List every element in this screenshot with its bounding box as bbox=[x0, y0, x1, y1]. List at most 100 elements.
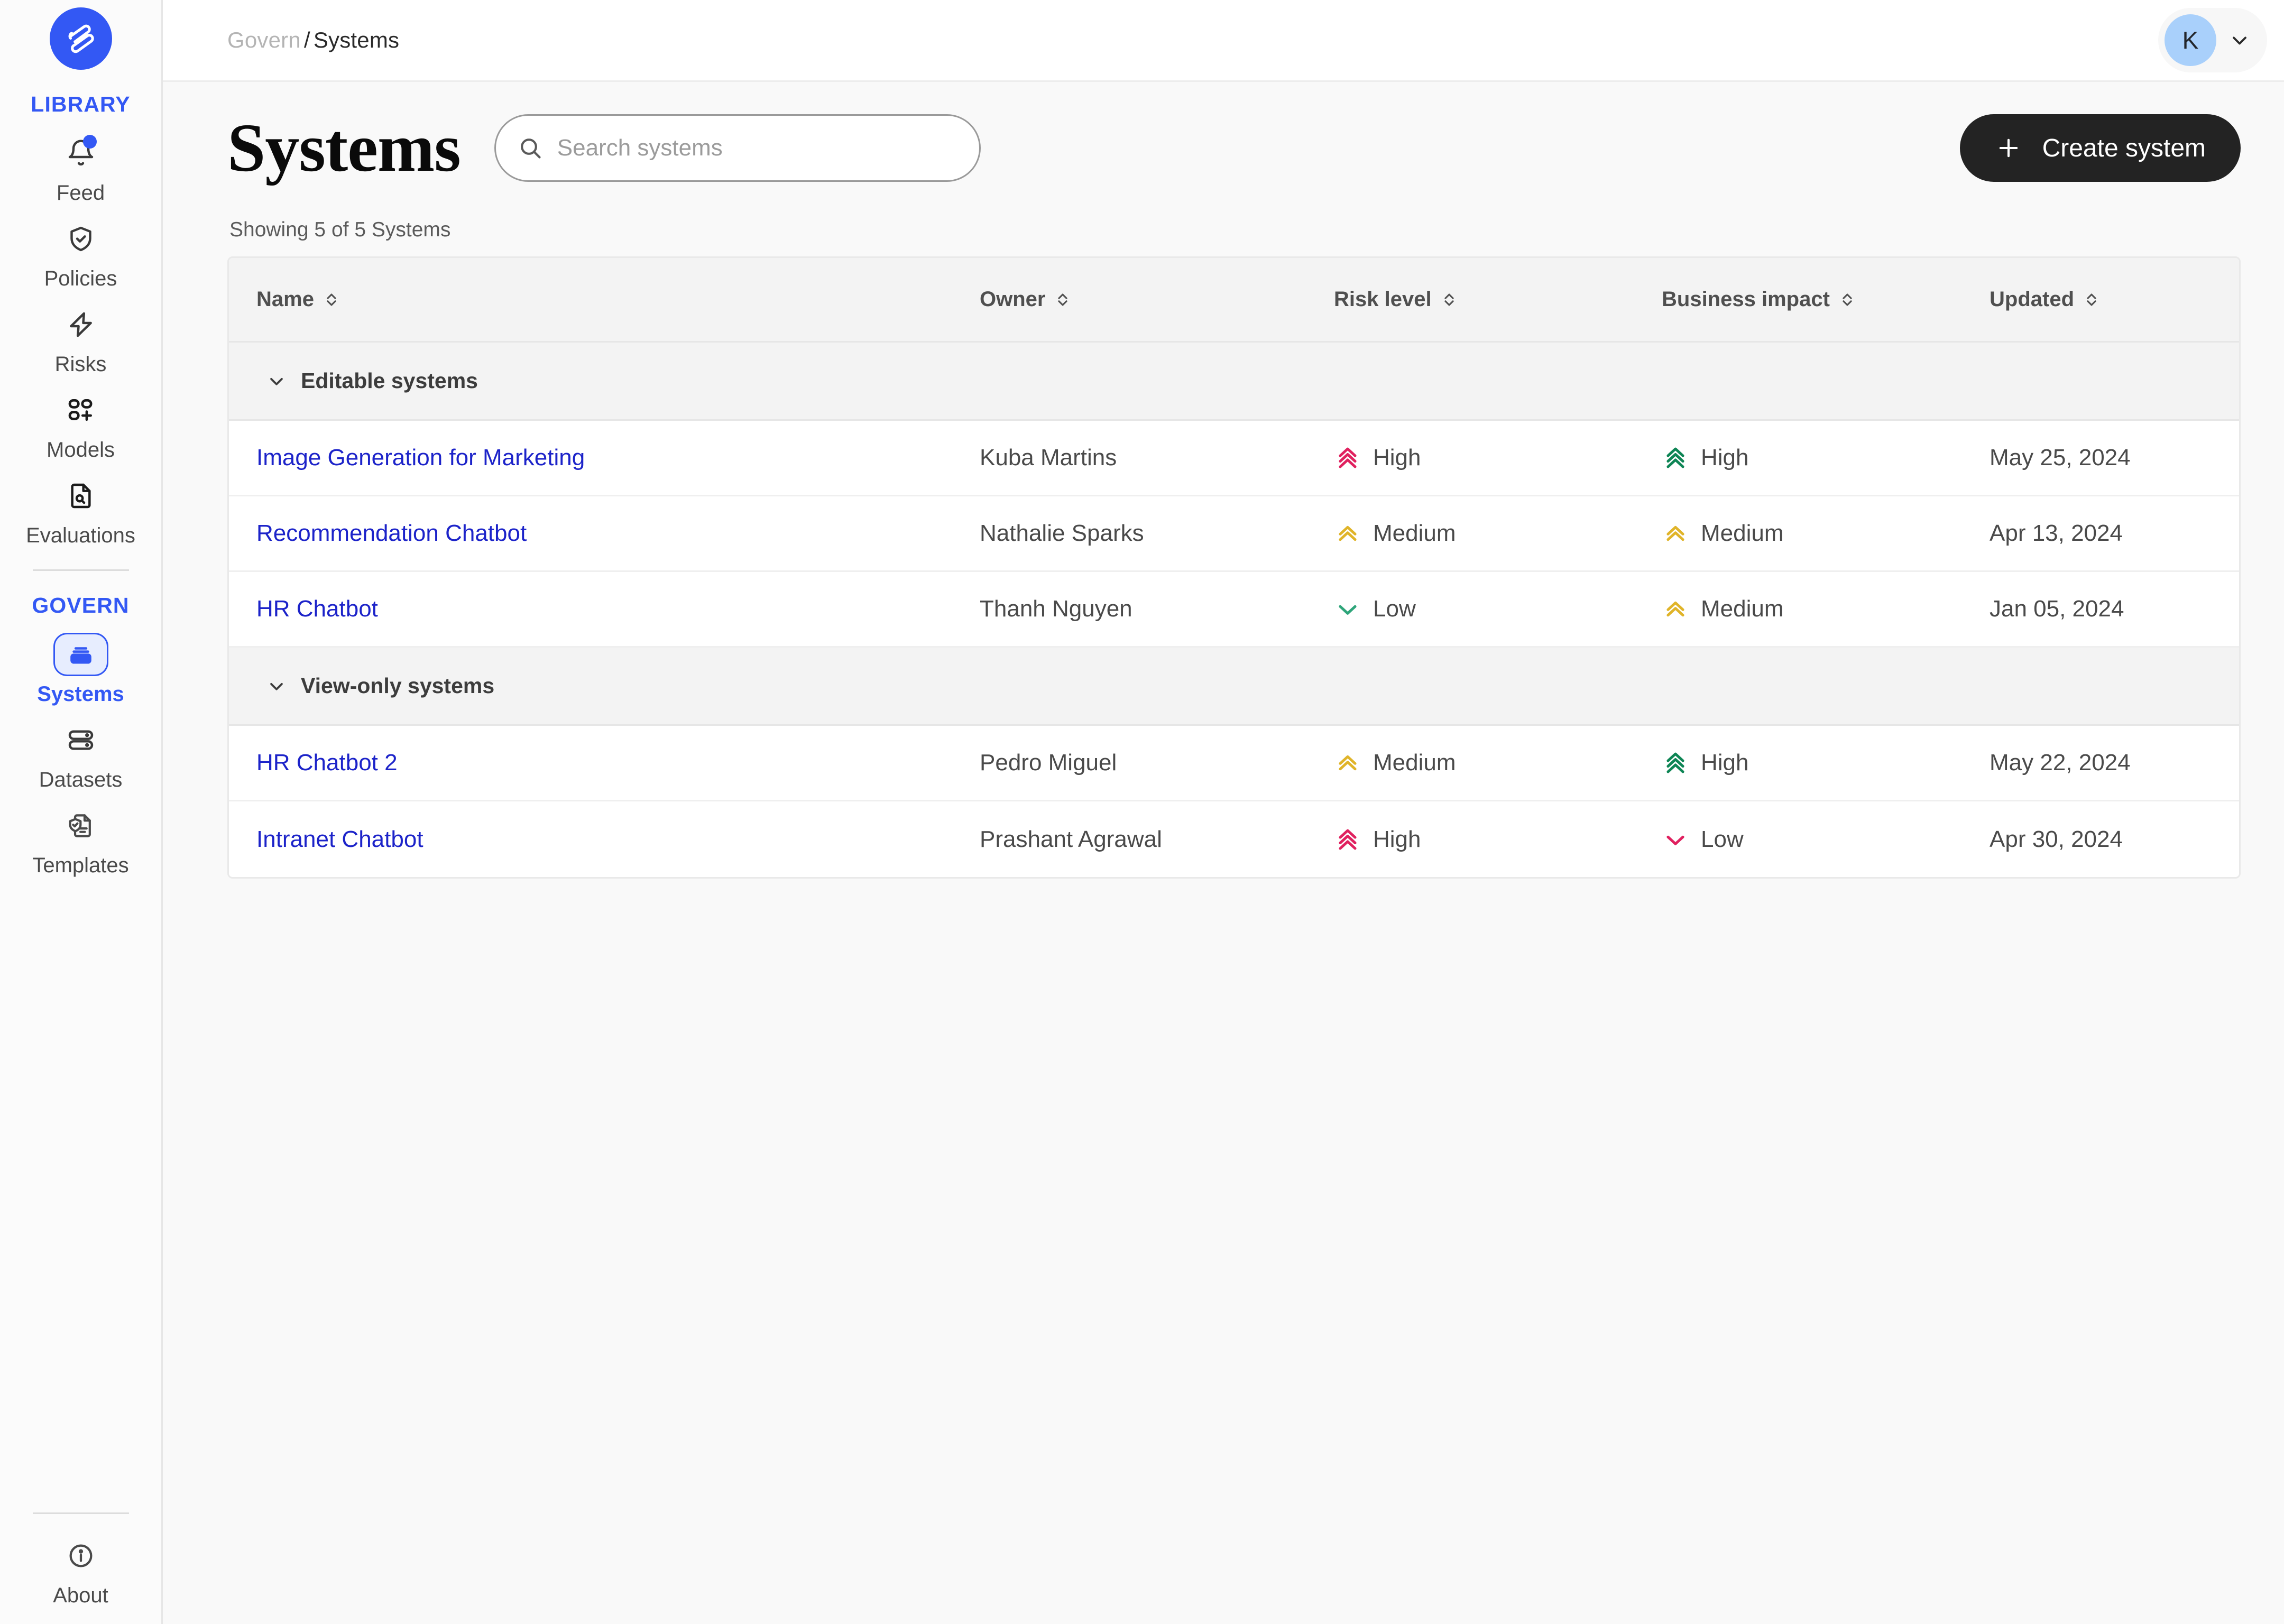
column-header-label: Risk level bbox=[1334, 288, 1432, 311]
breadcrumb-separator: / bbox=[303, 27, 310, 52]
table-row[interactable]: HR Chatbot Thanh Nguyen Low Medium Jan 05, 2… bbox=[229, 572, 2239, 648]
level-label: High bbox=[1701, 445, 1749, 470]
cell-updated: Jan 05, 2024 bbox=[1990, 596, 2124, 622]
main-area: Govern / Systems K Systems Search system… bbox=[163, 0, 2284, 1624]
template-shield-document-icon bbox=[53, 804, 108, 847]
create-system-button[interactable]: Create system bbox=[1959, 114, 2241, 182]
user-menu-button[interactable]: K bbox=[2158, 8, 2267, 72]
system-link[interactable]: HR Chatbot bbox=[256, 596, 378, 622]
cell-risk-level: High bbox=[1334, 444, 1662, 472]
level-label: High bbox=[1373, 826, 1421, 852]
cell-owner: Thanh Nguyen bbox=[980, 596, 1132, 622]
table-group-label: View-only systems bbox=[301, 673, 495, 698]
table-row[interactable]: HR Chatbot 2 Pedro Miguel Medium High May 22… bbox=[229, 726, 2239, 801]
page-content: Systems Search systems Create system Sho… bbox=[163, 82, 2284, 879]
app-logo[interactable] bbox=[49, 7, 112, 70]
chevrons-up-double-icon bbox=[1334, 749, 1361, 777]
level-label: Low bbox=[1701, 826, 1744, 852]
cell-owner: Prashant Agrawal bbox=[980, 826, 1162, 852]
info-circle-icon bbox=[53, 1534, 108, 1577]
search-input[interactable]: Search systems bbox=[494, 114, 981, 182]
cell-risk-level: Medium bbox=[1334, 749, 1662, 777]
sidebar-footer: About bbox=[0, 1512, 161, 1624]
table-row[interactable]: Image Generation for Marketing Kuba Marti… bbox=[229, 421, 2239, 496]
chevron-down-single-icon bbox=[1662, 826, 1689, 853]
cell-name: HR Chatbot 2 bbox=[229, 750, 980, 776]
chevrons-up-double-icon bbox=[1662, 520, 1689, 547]
lightning-bolt-icon bbox=[53, 303, 108, 346]
sidebar: LIBRARY Feed Policies Risks Models Evalu… bbox=[0, 0, 163, 1624]
validmind-logo-icon bbox=[49, 7, 112, 70]
chevrons-up-triple-icon bbox=[1662, 749, 1689, 777]
column-header-updated[interactable]: Updated bbox=[1990, 288, 2238, 311]
sidebar-item-label: Feed bbox=[56, 181, 105, 205]
plus-icon bbox=[1995, 134, 2022, 162]
sidebar-item-label: About bbox=[53, 1584, 108, 1607]
level-label: Low bbox=[1373, 596, 1416, 622]
cell-owner: Nathalie Sparks bbox=[980, 520, 1144, 546]
systems-stack-icon bbox=[53, 633, 108, 676]
app-root: LIBRARY Feed Policies Risks Models Evalu… bbox=[0, 0, 2284, 1624]
cell-risk-level: High bbox=[1334, 826, 1662, 853]
table-row[interactable]: Recommendation Chatbot Nathalie Sparks Med… bbox=[229, 496, 2239, 572]
database-icon bbox=[53, 718, 108, 762]
sidebar-item-label: Systems bbox=[37, 682, 124, 706]
system-link[interactable]: Image Generation for Marketing bbox=[256, 445, 585, 470]
column-header-label: Updated bbox=[1990, 288, 2074, 311]
chevron-down-single-icon bbox=[1334, 595, 1361, 623]
sidebar-section-library: LIBRARY bbox=[31, 92, 131, 116]
chevrons-up-double-icon bbox=[1662, 595, 1689, 623]
system-link[interactable]: Intranet Chatbot bbox=[256, 826, 423, 852]
chevron-down-icon bbox=[2228, 29, 2251, 52]
search-placeholder: Search systems bbox=[557, 135, 723, 161]
cell-name: Image Generation for Marketing bbox=[229, 445, 980, 471]
page-header: Systems Search systems Create system bbox=[227, 114, 2241, 182]
cell-name: HR Chatbot bbox=[229, 596, 980, 622]
cell-name: Intranet Chatbot bbox=[229, 826, 980, 853]
page-header-left: Systems Search systems bbox=[227, 114, 981, 182]
sidebar-section-govern: GOVERN bbox=[32, 593, 130, 617]
results-count: Showing 5 of 5 Systems bbox=[229, 218, 451, 241]
level-label: High bbox=[1373, 445, 1421, 470]
search-icon bbox=[517, 135, 544, 161]
column-header-label: Name bbox=[256, 288, 314, 311]
cell-business-impact: Low bbox=[1662, 826, 1990, 853]
column-header-owner[interactable]: Owner bbox=[980, 288, 1334, 311]
table-group-label: Editable systems bbox=[301, 368, 478, 393]
cell-business-impact: High bbox=[1662, 749, 1990, 777]
cell-updated: Apr 13, 2024 bbox=[1990, 520, 2123, 546]
sidebar-item-evaluations[interactable]: Evaluations bbox=[17, 465, 144, 550]
create-system-label: Create system bbox=[2042, 134, 2206, 162]
column-header-risk-level[interactable]: Risk level bbox=[1334, 288, 1662, 311]
chevrons-up-double-icon bbox=[1334, 520, 1361, 547]
sidebar-item-templates[interactable]: Templates bbox=[17, 795, 144, 880]
level-label: High bbox=[1701, 750, 1749, 776]
column-header-name[interactable]: Name bbox=[229, 288, 980, 311]
system-link[interactable]: HR Chatbot 2 bbox=[256, 750, 398, 776]
sidebar-item-policies[interactable]: Policies bbox=[17, 208, 144, 293]
sidebar-item-models[interactable]: Models bbox=[17, 379, 144, 465]
table-group-header[interactable]: View-only systems bbox=[229, 648, 2239, 726]
avatar: K bbox=[2165, 14, 2216, 66]
page-title: Systems bbox=[227, 110, 461, 186]
sidebar-item-systems[interactable]: Systems bbox=[17, 623, 144, 709]
breadcrumb-parent[interactable]: Govern bbox=[227, 27, 301, 52]
sidebar-item-feed[interactable]: Feed bbox=[17, 122, 144, 208]
sidebar-item-risks[interactable]: Risks bbox=[17, 293, 144, 379]
table-header-row: Name Owner Risk level Business impact Up… bbox=[229, 258, 2239, 343]
sidebar-item-datasets[interactable]: Datasets bbox=[17, 709, 144, 795]
table-group-header[interactable]: Editable systems bbox=[229, 343, 2239, 421]
column-header-business-impact[interactable]: Business impact bbox=[1662, 288, 1990, 311]
cell-business-impact: Medium bbox=[1662, 520, 1990, 547]
chevrons-up-triple-icon bbox=[1334, 826, 1361, 853]
cell-owner: Kuba Martins bbox=[980, 445, 1117, 470]
system-link[interactable]: Recommendation Chatbot bbox=[256, 520, 527, 546]
table-row[interactable]: Intranet Chatbot Prashant Agrawal High Low A… bbox=[229, 801, 2239, 877]
sidebar-item-label: Evaluations bbox=[26, 524, 135, 547]
cell-risk-level: Low bbox=[1334, 595, 1662, 623]
sidebar-item-label: Templates bbox=[32, 854, 129, 877]
level-label: Medium bbox=[1701, 596, 1784, 622]
table-body: Editable systems Image Generation for Mar… bbox=[229, 343, 2239, 877]
sidebar-item-about[interactable]: About bbox=[17, 1525, 144, 1610]
document-search-icon bbox=[53, 474, 108, 518]
